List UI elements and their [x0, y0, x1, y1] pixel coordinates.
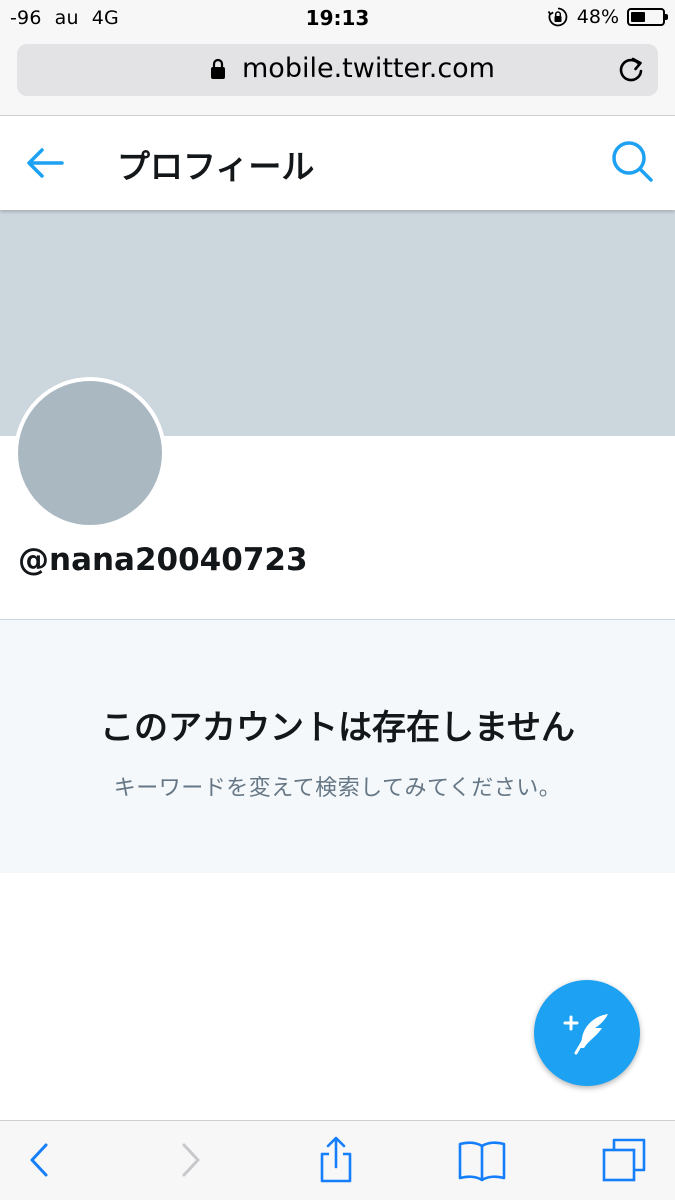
- address-bar[interactable]: mobile.twitter.com: [17, 44, 658, 96]
- browser-address-area: mobile.twitter.com: [0, 38, 675, 116]
- chevron-right-icon[interactable]: [165, 1135, 215, 1185]
- empty-state-title: このアカウントは存在しません: [100, 708, 575, 748]
- lock-icon: [211, 58, 225, 79]
- battery-percent: 48%: [576, 6, 619, 28]
- search-icon[interactable]: [609, 138, 655, 184]
- share-icon[interactable]: [311, 1135, 361, 1185]
- empty-state-subtitle: キーワードを変えて検索してみてください。: [113, 776, 562, 801]
- url-text: mobile.twitter.com: [242, 53, 495, 84]
- empty-state: このアカウントは存在しません キーワードを変えて検索してみてください。: [0, 620, 675, 873]
- page-title: プロフィール: [117, 147, 315, 186]
- chevron-left-icon[interactable]: [15, 1135, 65, 1185]
- profile-handle: @nana20040723: [18, 542, 308, 578]
- app-header: プロフィール: [0, 116, 675, 210]
- avatar: [14, 377, 166, 529]
- compose-tweet-button[interactable]: [534, 980, 640, 1086]
- tabs-icon[interactable]: [600, 1135, 650, 1185]
- book-icon[interactable]: [457, 1135, 507, 1185]
- status-right: 48%: [547, 6, 668, 28]
- battery-fill: [631, 12, 645, 22]
- arrow-left-icon[interactable]: [22, 142, 68, 184]
- browser-toolbar: [0, 1120, 675, 1200]
- status-bar: -96 au 4G 19:13 48%: [0, 0, 675, 38]
- orientation-lock-icon: [547, 7, 568, 27]
- battery-icon: [627, 8, 668, 26]
- reload-icon[interactable]: [616, 55, 646, 85]
- compose-tweet-icon: [563, 1014, 608, 1055]
